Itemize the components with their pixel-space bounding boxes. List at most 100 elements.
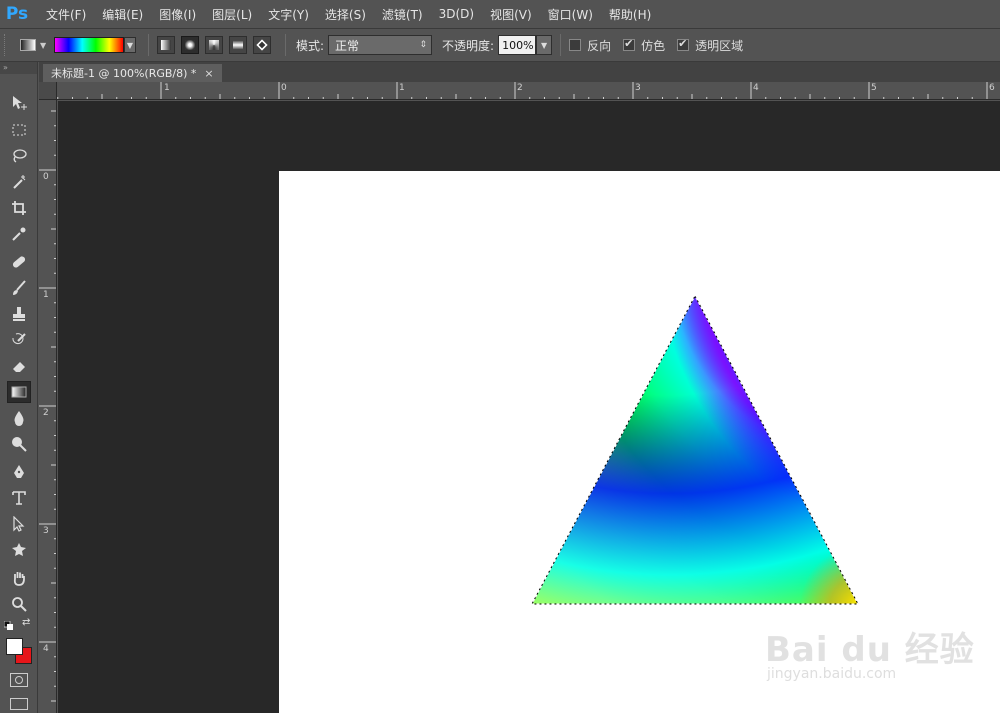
gradient-filled-triangle-selection[interactable] xyxy=(530,296,860,606)
eyedropper-tool[interactable] xyxy=(7,223,31,245)
reverse-checkbox[interactable]: 反向 xyxy=(569,37,611,54)
ruler-label: 1 xyxy=(399,83,405,93)
eraser-icon xyxy=(13,362,25,372)
shape-icon xyxy=(12,543,26,556)
ruler-label: 6 xyxy=(989,83,995,93)
options-grip[interactable] xyxy=(4,34,12,56)
document-tab[interactable]: 未标题-1 @ 100%(RGB/8) * × xyxy=(43,64,222,82)
dither-label: 仿色 xyxy=(641,38,666,53)
move-icon xyxy=(13,96,27,110)
menu-layer[interactable]: 图层(L) xyxy=(206,0,258,28)
vertical-ruler-ticks xyxy=(39,110,56,702)
menu-edit[interactable]: 编辑(E) xyxy=(96,0,149,28)
menu-select[interactable]: 选择(S) xyxy=(319,0,372,28)
reverse-checkbox-box[interactable] xyxy=(569,39,582,51)
tools-panel: » ⇄ xyxy=(0,62,38,713)
gradient-tool-preset-icon xyxy=(20,39,36,51)
opacity-dropdown-button[interactable]: ▼ xyxy=(536,35,553,55)
ruler-label: 4 xyxy=(753,83,759,93)
baidu-watermark-logo: Bai du 经验 jingyan.baidu.com xyxy=(765,622,974,692)
history-brush-tool[interactable] xyxy=(7,329,31,351)
document-tab-bar: 未标题-1 @ 100%(RGB/8) * × xyxy=(39,62,1000,82)
ruler-label: 1 xyxy=(43,290,49,300)
crop-tool[interactable] xyxy=(7,197,31,219)
vertical-ruler: 0 1 2 3 4 xyxy=(39,100,57,713)
lasso-tool[interactable] xyxy=(7,145,31,167)
transparency-checkbox-box[interactable] xyxy=(677,37,690,51)
menu-file[interactable]: 文件(F) xyxy=(40,0,92,28)
eraser-tool[interactable] xyxy=(7,355,31,377)
menu-view[interactable]: 视图(V) xyxy=(484,0,538,28)
reflected-gradient-button[interactable] xyxy=(229,36,247,54)
tools-panel-collapse[interactable]: » xyxy=(0,62,37,74)
dither-checkbox[interactable]: 仿色 xyxy=(623,37,665,54)
healing-tool[interactable] xyxy=(7,251,31,273)
separator xyxy=(148,34,149,56)
lasso-icon xyxy=(13,149,27,163)
transparency-checkbox[interactable]: 透明区域 xyxy=(677,37,743,54)
select-arrows-icon: ⇕ xyxy=(419,40,428,50)
ruler-origin[interactable] xyxy=(39,82,57,100)
reverse-label: 反向 xyxy=(587,38,612,53)
move-tool[interactable] xyxy=(7,92,31,114)
brush-icon xyxy=(13,280,26,295)
photoshop-logo: Ps xyxy=(5,4,29,24)
magic-wand-icon xyxy=(13,175,26,189)
default-colors-icon[interactable] xyxy=(3,620,14,630)
menu-bar: Ps 文件(F) 编辑(E) 图像(I) 图层(L) 文字(Y) 选择(S) 滤… xyxy=(0,0,1000,28)
diamond-gradient-button[interactable] xyxy=(253,36,271,54)
dodge-tool[interactable] xyxy=(7,433,31,455)
swap-colors-icon[interactable]: ⇄ xyxy=(22,618,32,628)
mode-select[interactable]: 正常 ⇕ xyxy=(328,35,433,55)
menu-3d[interactable]: 3D(D) xyxy=(433,0,480,28)
ruler-label: 2 xyxy=(517,83,523,93)
close-icon[interactable]: × xyxy=(204,67,213,80)
type-icon xyxy=(12,491,26,505)
ruler-label: 5 xyxy=(871,83,877,93)
ruler-label: 3 xyxy=(43,526,49,536)
mode-value: 正常 xyxy=(335,38,360,53)
gradient-icon xyxy=(11,386,27,398)
gradient-tool[interactable] xyxy=(7,381,31,403)
menu-image[interactable]: 图像(I) xyxy=(153,0,202,28)
gradient-swatch[interactable] xyxy=(54,37,124,53)
horizontal-ruler: 1 0 1 2 3 4 5 6 xyxy=(57,82,1000,100)
horizontal-ruler-ticks xyxy=(57,82,988,99)
blur-tool[interactable] xyxy=(7,407,31,429)
menu-type[interactable]: 文字(Y) xyxy=(262,0,315,28)
brush-tool[interactable] xyxy=(7,277,31,299)
type-tool[interactable] xyxy=(7,487,31,509)
pen-tool[interactable] xyxy=(7,461,31,483)
menu-window[interactable]: 窗口(W) xyxy=(542,0,599,28)
screen-mode-icon[interactable] xyxy=(10,698,28,710)
menu-filter[interactable]: 滤镜(T) xyxy=(376,0,429,28)
quick-mask-icon[interactable] xyxy=(10,673,28,687)
path-select-icon xyxy=(13,516,25,532)
hand-tool[interactable] xyxy=(7,567,31,589)
angle-gradient-button[interactable] xyxy=(205,36,223,54)
ruler-label: 0 xyxy=(281,83,287,93)
separator xyxy=(560,34,562,56)
dither-checkbox-box[interactable] xyxy=(623,37,636,51)
tool-preset-picker[interactable]: ▼ xyxy=(20,34,50,56)
foreground-color-swatch[interactable] xyxy=(6,638,23,655)
marquee-tool[interactable] xyxy=(7,119,31,141)
separator xyxy=(285,34,286,56)
zoom-tool[interactable] xyxy=(7,593,31,615)
linear-gradient-button[interactable] xyxy=(157,36,175,54)
path-select-tool[interactable] xyxy=(7,513,31,535)
magic-wand-tool[interactable] xyxy=(7,171,31,193)
shape-tool[interactable] xyxy=(7,539,31,561)
chevron-down-icon: ▼ xyxy=(40,40,47,50)
stamp-tool[interactable] xyxy=(7,303,31,325)
ruler-label: 4 xyxy=(43,644,49,654)
gradient-picker[interactable]: ▼ xyxy=(54,36,136,54)
options-bar: ▼ ▼ 模式: 正常 ⇕ 不透明度: 100% ▼ 反向 仿色 透明区域 xyxy=(0,28,1000,62)
opacity-input[interactable]: 100% xyxy=(498,35,537,55)
menu-help[interactable]: 帮助(H) xyxy=(603,0,657,28)
gradient-dropdown-button[interactable]: ▼ xyxy=(124,37,136,53)
radial-gradient-button[interactable] xyxy=(181,36,199,54)
history-brush-icon xyxy=(12,333,26,345)
watermark-url: jingyan.baidu.com xyxy=(767,666,897,682)
crop-icon xyxy=(12,201,26,215)
